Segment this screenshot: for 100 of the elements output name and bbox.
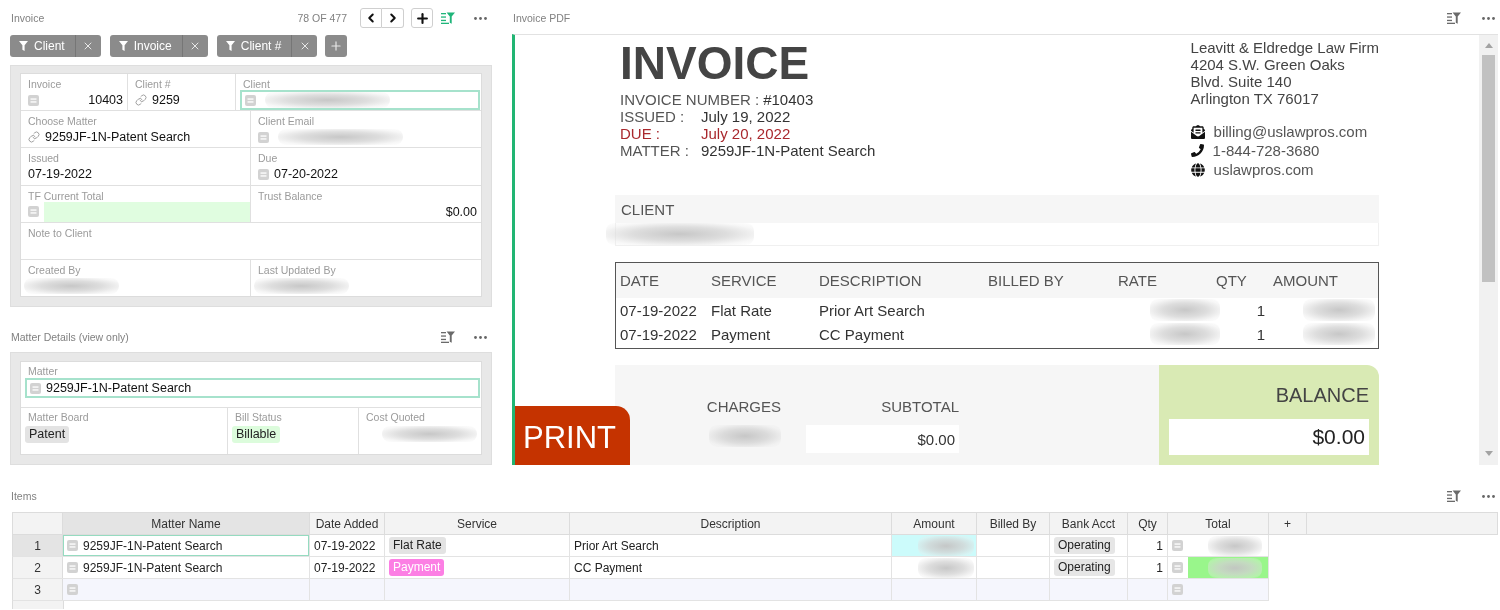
column-header: BILLED BY <box>987 272 1064 289</box>
balance-value: $0.00 <box>1169 419 1369 455</box>
add-button[interactable] <box>411 8 433 28</box>
field-label: Client Email <box>258 115 315 128</box>
column-header: AMOUNT <box>1272 272 1338 289</box>
address-line: Leavitt & Eldredge Law Firm <box>1190 39 1379 56</box>
subtotal-value: $0.00 <box>806 425 959 453</box>
table-cell: 07-19-2022 <box>310 535 385 556</box>
phone-icon <box>1190 144 1204 157</box>
table-cell-text: 1 <box>1255 325 1266 343</box>
column-header[interactable]: Matter Name <box>63 513 310 534</box>
link-icon <box>28 131 40 144</box>
totals-label: SUBTOTAL <box>881 397 959 417</box>
row-header <box>12 601 64 609</box>
panel-title: Matter Details (view only) <box>10 331 129 343</box>
filter-icon <box>118 41 128 51</box>
field-label: Issued <box>28 152 59 165</box>
remove-filter-button[interactable] <box>74 35 101 57</box>
list-icon <box>1172 540 1183 551</box>
list-icon <box>67 584 78 595</box>
list-icon <box>28 206 39 217</box>
status-tag: Billable <box>232 425 281 443</box>
client-heading: CLIENT <box>615 195 1379 223</box>
print-button[interactable]: PRINT <box>515 406 630 465</box>
list-icon <box>1172 562 1183 573</box>
field-value: $0.00 <box>445 204 477 219</box>
table-cell: 07-19-2022 <box>310 557 385 578</box>
filter-icon[interactable] <box>1447 490 1461 502</box>
table-cell-text: Flat Rate <box>710 301 773 319</box>
list-icon <box>67 562 78 573</box>
more-icon[interactable] <box>1482 494 1495 498</box>
scrollbar[interactable] <box>1479 35 1498 465</box>
plus-icon <box>414 10 430 26</box>
field-label: Client # <box>135 78 171 90</box>
scrollbar-thumb[interactable] <box>1482 55 1495 282</box>
plus-icon <box>329 39 344 53</box>
column-header: DATE <box>619 272 659 289</box>
row-number: 2 <box>13 557 63 578</box>
column-header: RATE <box>1117 272 1157 289</box>
more-icon[interactable] <box>474 335 487 339</box>
table-cell-text: 07-19-2022 <box>619 325 698 343</box>
filter-icon[interactable] <box>1447 12 1461 24</box>
list-icon <box>245 94 256 106</box>
contact-text: uslawpros.com <box>1213 161 1314 178</box>
panel-title: Invoice <box>10 12 45 24</box>
row-number: 3 <box>13 579 63 600</box>
meta-value: 9259JF-1N-Patent Search <box>701 142 876 159</box>
remove-filter-button[interactable] <box>181 35 208 57</box>
status-tag: Patent <box>25 425 70 443</box>
field-label: Last Updated By <box>258 263 336 276</box>
focused-field[interactable] <box>240 90 480 110</box>
focused-field[interactable]: 9259JF-1N-Patent Search <box>25 378 480 398</box>
table-cell: 1 <box>1128 557 1168 578</box>
field-label: Due <box>258 152 278 165</box>
field-value: 9259JF-1N-Patent Search <box>45 130 191 145</box>
panel-title: Invoice PDF <box>512 12 571 24</box>
meta-label: INVOICE NUMBER : <box>620 91 760 108</box>
field-label: Cost Quoted <box>366 411 425 423</box>
add-filter-button[interactable] <box>325 35 348 57</box>
field-value: 10403 <box>88 93 123 107</box>
field-label: Client <box>243 78 270 90</box>
field-label: Bill Status <box>235 411 282 423</box>
new-row[interactable]: 3 <box>12 579 1269 601</box>
list-icon <box>30 382 41 394</box>
link-icon <box>135 94 147 106</box>
field-label: Matter <box>28 365 58 377</box>
list-icon <box>258 131 269 143</box>
field-label: Trust Balance <box>258 189 323 202</box>
next-button[interactable] <box>382 8 404 28</box>
field-value: 9259 <box>152 93 180 107</box>
remove-filter-button[interactable] <box>291 35 318 57</box>
contact-text: billing@uslawpros.com <box>1213 123 1368 140</box>
service-tag: Payment <box>389 559 445 576</box>
table-cell-text: CC Payment <box>818 325 906 343</box>
field-label: Matter Board <box>28 411 89 423</box>
address-line: Blvd. Suite 140 <box>1190 73 1292 90</box>
filter-icon[interactable] <box>441 12 455 24</box>
meta-value: July 19, 2022 <box>701 108 791 125</box>
balance-label: BALANCE <box>1275 385 1369 405</box>
field-value: 07-19-2022 <box>28 167 92 182</box>
globe-icon <box>1190 162 1205 177</box>
filter-icon[interactable] <box>441 331 455 343</box>
table-cell-text: 07-19-2022 <box>619 301 698 319</box>
row-number: 1 <box>13 535 63 556</box>
account-tag: Operating <box>1054 537 1115 554</box>
more-icon[interactable] <box>474 16 487 20</box>
table-cell: CC Payment <box>570 557 892 578</box>
record-counter: 78 OF 477 <box>297 12 347 24</box>
address-line: Arlington TX 76017 <box>1190 90 1319 107</box>
previous-button[interactable] <box>360 8 382 28</box>
more-icon[interactable] <box>1482 16 1495 20</box>
table-cell-text: Payment <box>710 325 772 343</box>
column-header: DESCRIPTION <box>818 272 922 289</box>
table-cell: 1 <box>1128 535 1168 556</box>
panel-title: Items <box>10 490 37 502</box>
invoice-heading: INVOICE <box>620 40 810 86</box>
column-header: SERVICE <box>710 272 777 289</box>
cell-text: 9259JF-1N-Patent Search <box>83 560 223 575</box>
meta-value: July 20, 2022 <box>701 125 791 142</box>
selected-cell[interactable]: 9259JF-1N-Patent Search <box>63 535 310 556</box>
